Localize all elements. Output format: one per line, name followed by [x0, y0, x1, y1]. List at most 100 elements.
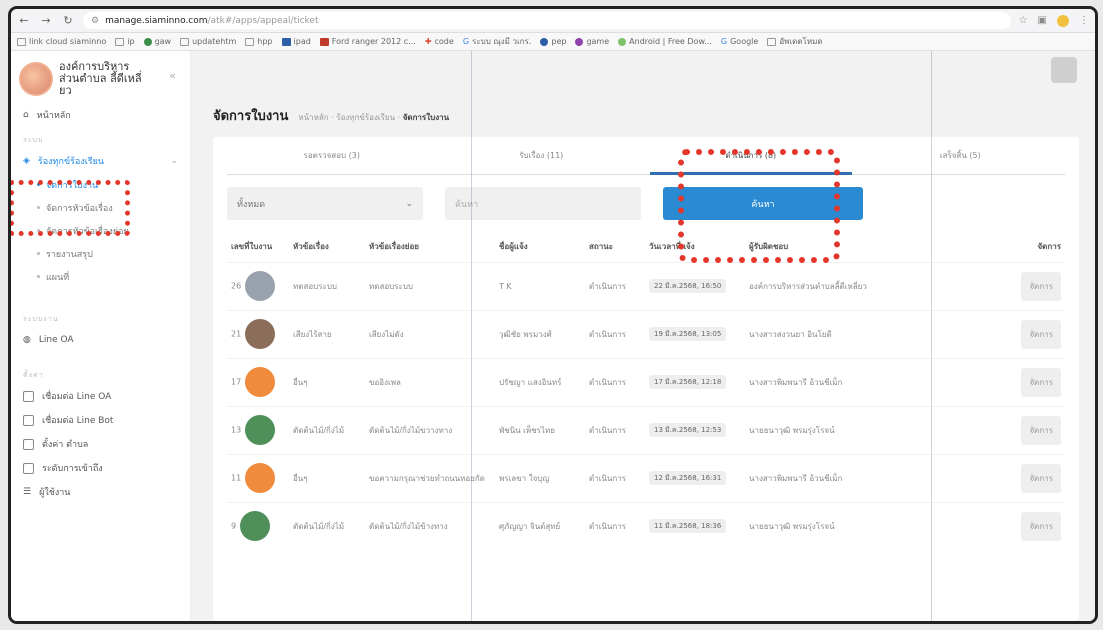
- table-row: 17 อื่นๆ ขออิงเพล ปรัชญา แสงอินทร์ ดำเนินการ…: [227, 357, 1065, 406]
- address-input[interactable]: ⚙ manage.siaminno.com/atk#/apps/appeal/t…: [83, 12, 1011, 29]
- cell-reporter: ปรัชญา แสงอินทร์: [495, 357, 585, 406]
- ticket-thumbnail-icon: [240, 511, 271, 542]
- menu-dots-icon[interactable]: ⋮: [1079, 15, 1089, 26]
- bookmarks-bar: link cloud siaminno ip gaw updatehtm hpp…: [11, 33, 1095, 51]
- col-reporter: ชื่อผู้แจ้ง: [499, 242, 528, 252]
- site-info-icon[interactable]: ⚙: [91, 16, 99, 26]
- cell-reporter: T K: [495, 261, 585, 310]
- search-input[interactable]: ค้นหา: [445, 187, 641, 220]
- bookmark-3[interactable]: updatehtm: [180, 37, 236, 46]
- manage-button[interactable]: จัดการ: [1021, 367, 1061, 397]
- cell-topic: อื่นๆ: [289, 357, 365, 406]
- collapse-icon[interactable]: «: [169, 69, 176, 82]
- section-label: ระบบงาน: [23, 315, 59, 323]
- cell-subtopic: ตัดต้นไม้/กิ่งไม้ข้างทาง: [365, 501, 495, 550]
- cell-owner: นางสาวพิมพนารี อ้วนชีเม็ก: [745, 453, 875, 502]
- cell-subtopic: ขออิงเพล: [365, 357, 495, 406]
- back-icon[interactable]: ←: [17, 14, 31, 27]
- brand-name: องค์การบริหารส่วนตำบล ลี้ดีเหลี่ยว: [59, 60, 142, 97]
- breadcrumb-group[interactable]: ร้องทุกข์ร้องเรียน: [336, 113, 395, 122]
- forward-icon[interactable]: →: [39, 14, 53, 27]
- bookmark-6[interactable]: Ford ranger 2012 c...: [319, 37, 416, 46]
- cell-status: ดำเนินการ: [585, 453, 645, 502]
- chevron-down-icon: ⌄: [405, 198, 413, 209]
- cell-action: จัดการ: [875, 309, 1065, 358]
- cell-reporter: ศุภัญญา จินต์สุทย์: [495, 501, 585, 550]
- bookmark-9[interactable]: pep: [540, 37, 566, 46]
- cell-topic: อื่นๆ: [289, 453, 365, 502]
- sidebar-item-report[interactable]: รายงานสรุป: [11, 242, 190, 265]
- tab-done[interactable]: เสร็จสิ้น (5): [856, 137, 1066, 174]
- cell-owner: นางสาวพิมพนารี อ้วนชีเม็ก: [745, 357, 875, 406]
- sidebar-item-setting-2[interactable]: ตั้งค่า ตำบล: [11, 432, 190, 456]
- manage-button[interactable]: จัดการ: [1021, 271, 1061, 301]
- bookmark-5[interactable]: ipad: [281, 37, 311, 46]
- cell-subtopic: ขอความกรุณาช่วยทำถนนหอยกัด: [365, 453, 495, 502]
- box-icon: [23, 462, 34, 474]
- scan-line: [471, 51, 472, 621]
- manage-button[interactable]: จัดการ: [1021, 319, 1061, 349]
- breadcrumb-current: จัดการใบงาน: [402, 113, 450, 122]
- bookmark-4[interactable]: hpp: [245, 37, 273, 46]
- home-icon: ⌂: [23, 110, 29, 120]
- cell-id: 17: [227, 357, 289, 406]
- highlight-sidebar-annotation: [11, 180, 130, 236]
- bookmark-10[interactable]: game: [575, 37, 609, 46]
- cell-reporter: วุฒิชัย พรมวงศ์: [495, 309, 585, 358]
- reload-icon[interactable]: ↻: [61, 14, 75, 27]
- bookmark-1[interactable]: ip: [115, 37, 135, 46]
- tab-received[interactable]: รับเรื่อง (11): [437, 137, 647, 174]
- status-tabs: รอตรวจสอบ (3) รับเรื่อง (11) ดำเนินการ (…: [227, 137, 1065, 175]
- bookmark-13[interactable]: อัพเดตโหมด: [767, 35, 823, 48]
- cell-owner: องค์การบริหารส่วนตำบลลี้ดีเหลี่ยว: [745, 261, 875, 310]
- sidebar-item-setting-1[interactable]: เชื่อมต่อ Line Bot: [11, 408, 190, 432]
- sidebar-item-setting-3[interactable]: ระดับการเข้าถึง: [11, 456, 190, 480]
- cell-status: ดำเนินการ: [585, 405, 645, 454]
- cell-owner: นายธนาวุฒิ พรมรุ่งโรจน์: [745, 405, 875, 454]
- sidebar-item-map[interactable]: แผนที่: [11, 265, 190, 288]
- cell-action: จัดการ: [875, 357, 1065, 406]
- tab-pending[interactable]: รอตรวจสอบ (3): [227, 137, 437, 174]
- bookmark-7[interactable]: ✚ code: [425, 37, 454, 46]
- extension-icon[interactable]: ▣: [1038, 15, 1047, 26]
- manage-button[interactable]: จัดการ: [1021, 511, 1061, 541]
- table-row: 11 อื่นๆ ขอความกรุณาช่วยทำถนนหอยกัด พรเลขา …: [227, 453, 1065, 502]
- highlight-tab-annotation: [678, 149, 840, 263]
- section-label: ตั้งค่า: [23, 371, 44, 379]
- topic-select[interactable]: ทั้งหมด ⌄: [227, 187, 423, 220]
- cell-status: ดำเนินการ: [585, 501, 645, 550]
- sidebar-item-line-oa[interactable]: ◍ Line OA: [11, 328, 190, 352]
- sidebar-item-home[interactable]: ⌂ หน้าหลัก: [11, 103, 190, 127]
- cell-action: จัดการ: [875, 261, 1065, 310]
- manage-button[interactable]: จัดการ: [1021, 463, 1061, 493]
- section-label: ระบบ: [23, 136, 44, 144]
- sidebar-item-setting-0[interactable]: เชื่อมต่อ Line OA: [11, 384, 190, 408]
- cell-reporter: พัชนิน เพ็ชรไทย: [495, 405, 585, 454]
- bookmark-12[interactable]: G Google: [721, 37, 758, 46]
- col-status: สถานะ: [589, 242, 613, 252]
- bookmark-8[interactable]: G ระบบ ณุงมี วเกร.: [463, 35, 532, 48]
- group-icon: ◈: [23, 156, 30, 166]
- cell-id: 13: [227, 405, 289, 454]
- table-row: 13 ตัดต้นไม้/กิ่งไม้ ตัดต้นไม้/กิ่งไม้ขวาง…: [227, 405, 1065, 454]
- cell-action: จัดการ: [875, 405, 1065, 454]
- sidebar-item-setting-4[interactable]: ☰ ผู้ใช้งาน: [11, 480, 190, 504]
- sidebar-group-complaints[interactable]: ◈ ร้องทุกข์ร้องเรียน ⌄: [11, 149, 190, 173]
- users-icon: ☰: [23, 487, 32, 497]
- bookmark-2[interactable]: gaw: [143, 37, 171, 46]
- cell-status: ดำเนินการ: [585, 261, 645, 310]
- browser-window: ← → ↻ ⚙ manage.siaminno.com/atk#/apps/ap…: [8, 6, 1098, 624]
- breadcrumb-home[interactable]: หน้าหลัก: [298, 113, 328, 122]
- avatar[interactable]: [1051, 57, 1077, 83]
- chat-icon: ◍: [23, 335, 31, 345]
- main-content: จัดการใบงาน หน้าหลัก · ร้องทุกข์ร้องเรีย…: [191, 51, 1095, 621]
- col-action: จัดการ: [1037, 242, 1061, 252]
- col-subtopic: หัวข้อเรื่องย่อย: [369, 242, 419, 252]
- bookmark-0[interactable]: link cloud siaminno: [17, 37, 106, 46]
- manage-button[interactable]: จัดการ: [1021, 415, 1061, 445]
- profile-icon[interactable]: [1057, 14, 1069, 27]
- table-header-row: เลขที่ใบงาน หัวข้อเรื่อง หัวข้อเรื่องย่อ…: [227, 232, 1065, 262]
- col-topic: หัวข้อเรื่อง: [293, 242, 329, 252]
- bookmark-11[interactable]: Android | Free Dow...: [618, 37, 712, 46]
- star-icon[interactable]: ☆: [1019, 15, 1028, 26]
